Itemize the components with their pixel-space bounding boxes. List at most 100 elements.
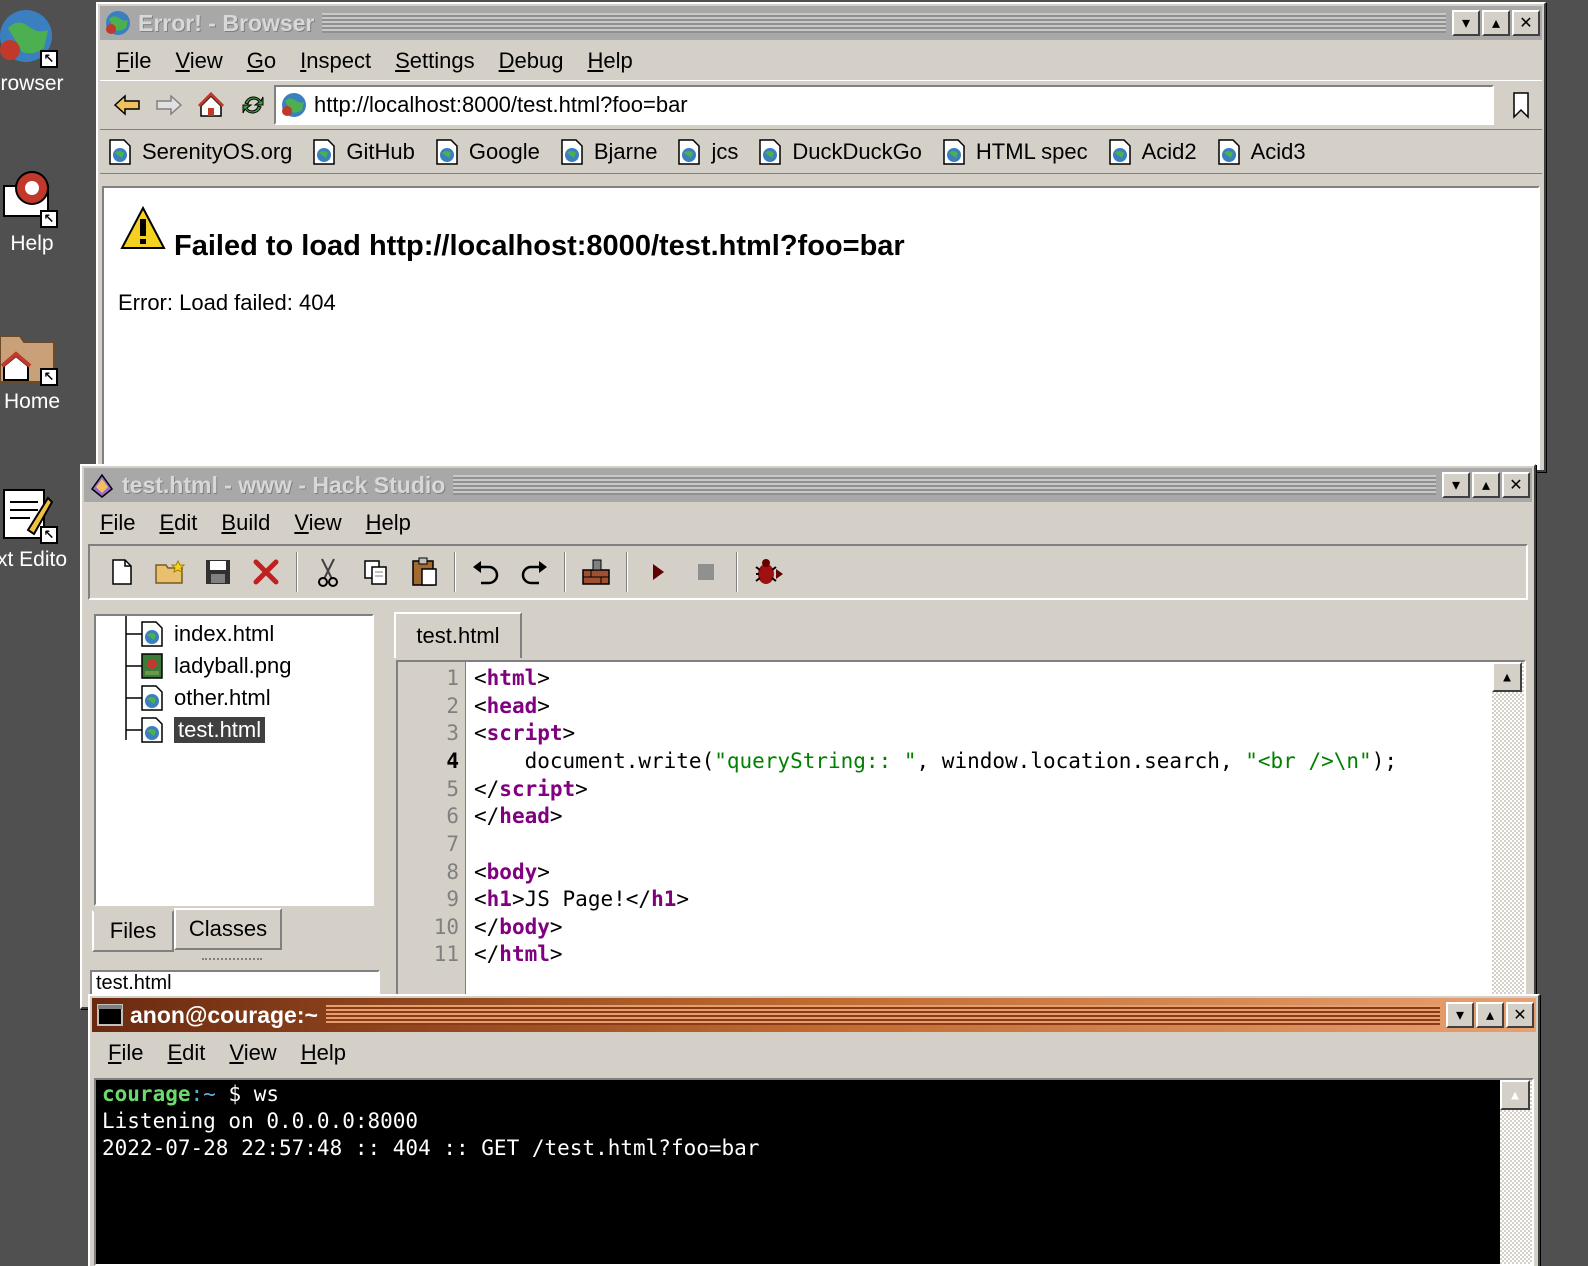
menu-view[interactable]: View	[163, 48, 234, 74]
copy-button[interactable]	[352, 550, 400, 594]
close-button[interactable]: ✕	[1502, 472, 1530, 498]
tree-item-ladyball-png[interactable]: ladyball.png	[140, 652, 291, 680]
desktop-icon-text-editor[interactable]: ↖ xt Edito	[0, 484, 80, 572]
bookmark-item[interactable]: HTML spec	[942, 138, 1088, 166]
undo-button[interactable]	[462, 550, 510, 594]
code-editor[interactable]: 1 2 3 4 5 6 7 8 9 10 11 <html> <head> <script> doc…	[396, 660, 1526, 1000]
bookmarks-bar: SerenityOS.org GitHub Google Bjarne jcs DuckD…	[100, 130, 1542, 174]
open-folder-button[interactable]	[146, 550, 194, 594]
minimize-button[interactable]: ▾	[1452, 10, 1480, 36]
minimize-button[interactable]: ▾	[1446, 1002, 1474, 1028]
menu-help[interactable]: Help	[289, 1040, 358, 1066]
terminal-screen[interactable]: courage:~ $ ws Listening on 0.0.0.0:8000…	[94, 1078, 1534, 1266]
bookmark-item[interactable]: Google	[435, 138, 540, 166]
code-line-6: </head>	[474, 804, 563, 828]
menu-file[interactable]: File	[96, 1040, 155, 1066]
url-input[interactable]: http://localhost:8000/test.html?foo=bar	[274, 85, 1494, 125]
browser-titlebar[interactable]: Error! - Browser ▾ ▴ ✕	[100, 6, 1542, 40]
menu-build[interactable]: Build	[209, 510, 282, 536]
code-keyword: head	[486, 694, 538, 718]
desktop-icon-label: Home	[3, 390, 61, 413]
run-button[interactable]	[634, 550, 682, 594]
scroll-up-button[interactable]: ▲	[1492, 662, 1522, 692]
toolbar-separator	[296, 552, 298, 592]
bookmark-item[interactable]: jcs	[677, 138, 738, 166]
bookmark-page-icon	[436, 138, 458, 165]
code-keyword: body	[486, 860, 538, 884]
menu-view[interactable]: View	[282, 510, 353, 536]
menu-inspect[interactable]: Inspect	[288, 48, 383, 74]
forward-button[interactable]	[148, 85, 190, 125]
tree-item-index-html[interactable]: index.html	[140, 620, 274, 648]
menu-view[interactable]: View	[217, 1040, 288, 1066]
desktop-icon-home[interactable]: ↖ Home	[0, 326, 80, 414]
splitter-grip[interactable]	[202, 958, 262, 962]
menu-debug[interactable]: Debug	[487, 48, 576, 74]
maximize-button[interactable]: ▴	[1472, 472, 1500, 498]
browser-navbar: http://localhost:8000/test.html?foo=bar	[100, 80, 1542, 130]
menu-edit[interactable]: Edit	[155, 1040, 217, 1066]
undo-icon	[473, 561, 499, 585]
code-keyword: html	[499, 942, 550, 966]
menu-help[interactable]: Help	[354, 510, 423, 536]
scroll-up-button[interactable]: ▲	[1500, 1080, 1530, 1110]
home-button[interactable]	[190, 85, 232, 125]
code-string: "<br />\n"	[1245, 749, 1372, 773]
tree-item-label-selected: test.html	[174, 717, 266, 743]
terminal-titlebar[interactable]: anon@courage:~ ▾ ▴ ✕	[92, 998, 1536, 1032]
tree-item-test-html[interactable]: test.html	[140, 716, 266, 744]
hackstudio-titlebar[interactable]: test.html - www - Hack Studio ▾ ▴ ✕	[84, 468, 1532, 502]
bookmark-button[interactable]	[1500, 85, 1542, 125]
menu-edit[interactable]: Edit	[147, 510, 209, 536]
tab-files[interactable]: Files	[92, 910, 174, 952]
desktop-icon-help[interactable]: ↖ Help	[0, 168, 80, 256]
delete-button[interactable]	[242, 550, 290, 594]
editor-tab-test-html[interactable]: test.html	[394, 612, 522, 658]
redo-button[interactable]	[510, 550, 558, 594]
tree-item-other-html[interactable]: other.html	[140, 684, 271, 712]
maximize-button[interactable]: ▴	[1476, 1002, 1504, 1028]
menu-file[interactable]: File	[104, 48, 163, 74]
save-button[interactable]	[194, 550, 242, 594]
editor-scrollbar[interactable]: ▲	[1492, 662, 1524, 998]
tab-classes[interactable]: Classes	[174, 908, 282, 950]
bookmark-item[interactable]: DuckDuckGo	[758, 138, 922, 166]
build-button[interactable]	[572, 550, 620, 594]
reload-button[interactable]	[232, 85, 274, 125]
html-file-icon	[141, 717, 163, 743]
close-button[interactable]: ✕	[1512, 10, 1540, 36]
browser-icon	[106, 11, 130, 35]
terminal-scrollbar[interactable]: ▲	[1500, 1080, 1532, 1264]
bookmark-page-icon	[1108, 138, 1131, 165]
run-icon	[653, 564, 664, 580]
code-keyword: script	[499, 777, 576, 801]
menu-go[interactable]: Go	[235, 48, 288, 74]
error-message: Error: Load failed: 404	[118, 290, 336, 315]
close-button[interactable]: ✕	[1506, 1002, 1534, 1028]
menu-help[interactable]: Help	[575, 48, 644, 74]
desktop-icon-browser[interactable]: ↖ rowser	[0, 8, 80, 96]
bookmark-page-icon	[759, 138, 782, 165]
maximize-button[interactable]: ▴	[1482, 10, 1510, 36]
bookmark-item[interactable]: SerenityOS.org	[108, 138, 292, 166]
minimize-button[interactable]: ▾	[1442, 472, 1470, 498]
project-file-tree[interactable]: index.html ladyball.png other.html test.…	[94, 614, 374, 906]
new-file-button[interactable]	[98, 550, 146, 594]
code-text: );	[1371, 749, 1397, 773]
stop-button[interactable]	[682, 550, 730, 594]
bookmark-item[interactable]: GitHub	[312, 138, 415, 166]
back-arrow-icon	[113, 94, 140, 116]
paste-button[interactable]	[400, 550, 448, 594]
line-number: 5	[446, 777, 459, 801]
cut-button[interactable]	[304, 550, 352, 594]
bookmark-item[interactable]: Acid2	[1108, 138, 1197, 166]
bookmark-item[interactable]: Bjarne	[560, 138, 658, 166]
back-button[interactable]	[106, 85, 148, 125]
debug-button[interactable]	[744, 550, 792, 594]
bookmark-item[interactable]: Acid3	[1217, 138, 1306, 166]
menu-settings[interactable]: Settings	[383, 48, 487, 74]
bookmark-label: Acid2	[1141, 138, 1197, 164]
code-line-2: <head>	[474, 694, 550, 718]
bookmark-label: Bjarne	[593, 138, 658, 164]
menu-file[interactable]: File	[88, 510, 147, 536]
